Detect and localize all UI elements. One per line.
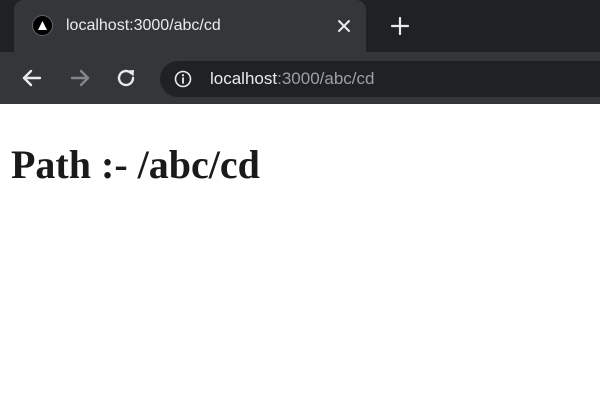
- url-path: :3000/abc/cd: [277, 69, 375, 88]
- address-bar[interactable]: localhost:3000/abc/cd: [160, 61, 600, 97]
- browser-window: localhost:3000/abc/cd localhost:3000/abc…: [0, 0, 600, 420]
- reload-icon[interactable]: [112, 64, 140, 92]
- tab-title: localhost:3000/abc/cd: [66, 17, 221, 34]
- tab-strip: localhost:3000/abc/cd: [0, 0, 600, 52]
- arrow-right-icon[interactable]: [66, 64, 94, 92]
- arrow-left-icon[interactable]: [18, 64, 46, 92]
- info-icon[interactable]: [174, 70, 192, 88]
- close-icon[interactable]: [332, 14, 356, 38]
- triangle-logo-icon: [32, 15, 53, 36]
- browser-toolbar: localhost:3000/abc/cd: [0, 52, 600, 104]
- active-tab[interactable]: localhost:3000/abc/cd: [14, 0, 366, 52]
- url-text: localhost:3000/abc/cd: [210, 68, 374, 90]
- page-heading: Path :- /abc/cd: [11, 142, 260, 187]
- plus-icon[interactable]: [386, 12, 414, 40]
- url-host: localhost: [210, 69, 278, 88]
- page-viewport: Path :- /abc/cd: [0, 104, 600, 420]
